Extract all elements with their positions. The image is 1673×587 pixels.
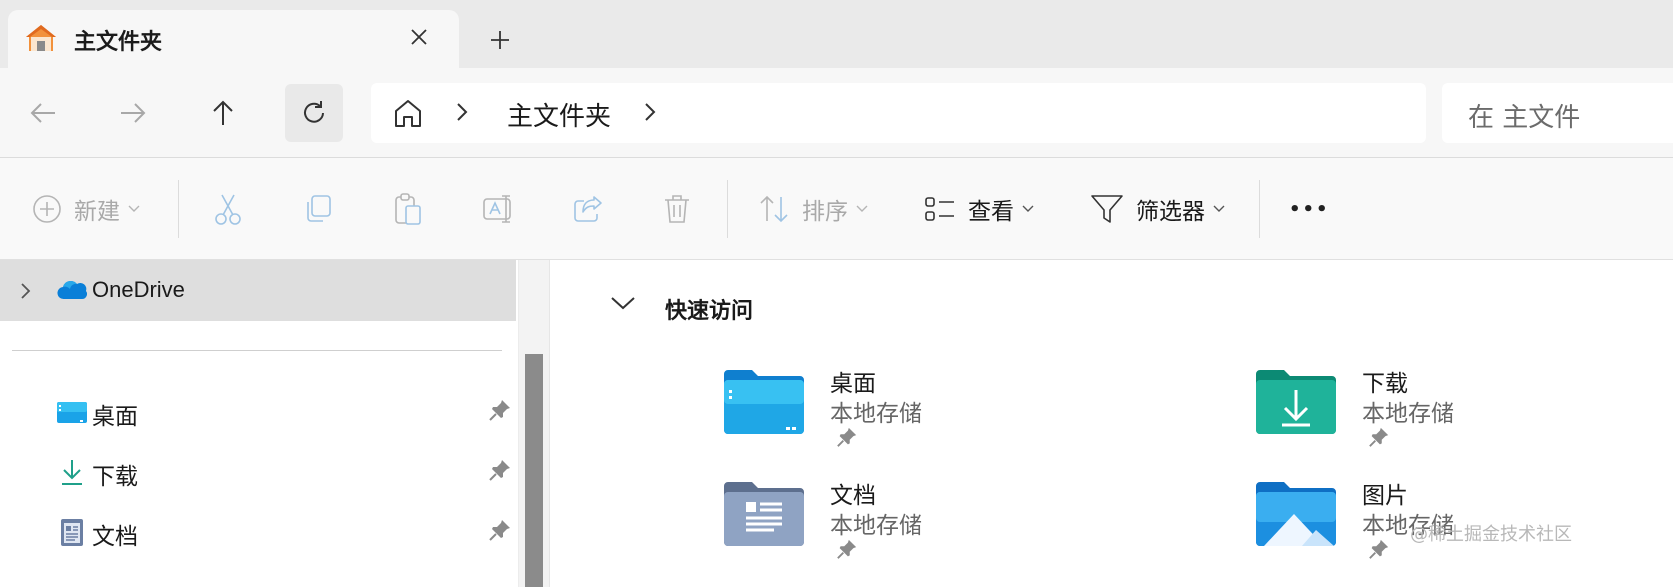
breadcrumb-home-folder[interactable]: 主文件夹	[507, 96, 611, 133]
title-bar: 主文件夹	[0, 0, 1673, 68]
quick-access-tile-downloads[interactable]: 下载 本地存储	[1254, 364, 1673, 464]
chevron-right-icon[interactable]	[643, 101, 657, 123]
sidebar-item-label: 文档	[92, 524, 138, 550]
sidebar-item-label: 桌面	[92, 404, 138, 430]
copy-icon	[307, 195, 331, 222]
pin-icon	[1369, 539, 1389, 559]
plus-circle-icon	[33, 195, 61, 223]
refresh-button[interactable]	[285, 84, 343, 142]
sidebar-item-label: OneDrive	[92, 277, 185, 302]
refresh-icon	[304, 101, 324, 123]
sort-label: 排序	[802, 199, 848, 225]
address-bar[interactable]: 主文件夹	[371, 83, 1426, 143]
onedrive-cloud-icon	[57, 280, 87, 300]
search-placeholder: 在 主文件	[1468, 103, 1581, 133]
sidebar-item-onedrive[interactable]: OneDrive	[0, 260, 516, 321]
chevron-down-icon[interactable]	[609, 294, 637, 312]
divider	[178, 180, 179, 238]
close-icon	[411, 29, 427, 45]
new-label: 新建	[74, 199, 120, 225]
pin-icon[interactable]	[488, 518, 512, 542]
documents-icon	[61, 519, 83, 546]
filter-label: 筛选器	[1136, 199, 1205, 225]
view-label: 查看	[968, 199, 1014, 225]
chevron-down-icon	[128, 205, 140, 212]
command-bar: 新建 排序 查看 筛选器 •••	[0, 158, 1673, 260]
sidebar-item-documents[interactable]: 文档	[0, 504, 516, 560]
pictures-folder-icon	[1256, 482, 1336, 546]
tile-name: 桌面	[830, 371, 876, 397]
divider	[1259, 180, 1260, 238]
cut-button[interactable]	[212, 188, 244, 230]
tile-name: 图片	[1362, 483, 1408, 509]
home-outline-icon[interactable]	[391, 97, 425, 129]
plus-icon	[491, 31, 509, 49]
copy-button[interactable]	[302, 188, 334, 230]
filter-icon	[1091, 195, 1123, 223]
home-icon	[26, 25, 56, 51]
download-icon	[62, 460, 82, 485]
sidebar-item-label: 下载	[92, 464, 138, 490]
pin-icon	[837, 539, 857, 559]
scrollbar-thumb[interactable]	[525, 354, 543, 587]
up-button[interactable]	[194, 84, 252, 142]
pin-icon	[837, 427, 857, 447]
more-icon: •••	[1289, 198, 1330, 220]
tile-location: 本地存储	[1362, 401, 1454, 427]
pin-icon[interactable]	[488, 398, 512, 422]
documents-folder-icon	[724, 482, 804, 546]
rename-icon	[483, 195, 511, 223]
chevron-right-icon[interactable]	[18, 281, 32, 301]
tab-title: 主文件夹	[74, 30, 163, 55]
paste-button[interactable]	[392, 188, 424, 230]
divider	[12, 350, 502, 351]
tab-home[interactable]: 主文件夹	[8, 10, 459, 68]
forward-button[interactable]	[104, 84, 162, 142]
chevron-down-icon	[1022, 205, 1034, 212]
filter-button[interactable]: 筛选器	[1090, 188, 1225, 230]
share-icon	[574, 196, 602, 222]
navigation-pane: OneDrive 桌面 下载 文档	[0, 260, 518, 587]
trash-icon	[665, 195, 689, 223]
quick-access-tile-documents[interactable]: 文档 本地存储	[722, 476, 1222, 576]
desktop-icon	[57, 402, 87, 423]
view-layout-icon	[925, 197, 954, 221]
navigation-bar: 主文件夹 在 主文件	[0, 68, 1673, 158]
chevron-down-icon	[856, 205, 868, 212]
sidebar-item-desktop[interactable]: 桌面	[0, 384, 516, 440]
tile-name: 下载	[1362, 371, 1408, 397]
search-box[interactable]: 在 主文件	[1442, 83, 1673, 143]
share-button[interactable]	[572, 188, 604, 230]
tile-name: 文档	[830, 483, 876, 509]
tile-location: 本地存储	[830, 401, 922, 427]
clipboard-icon	[395, 193, 421, 225]
pin-icon	[1369, 427, 1389, 447]
more-options-button[interactable]: •••	[1289, 188, 1330, 230]
divider	[727, 180, 728, 238]
sort-icon	[760, 195, 788, 223]
watermark: @稀土掘金技术社区	[1410, 524, 1572, 545]
close-tab-button[interactable]	[404, 22, 434, 52]
section-title-quick-access[interactable]: 快速访问	[665, 293, 753, 325]
desktop-folder-icon	[724, 370, 804, 434]
quick-access-tile-desktop[interactable]: 桌面 本地存储	[722, 364, 1222, 464]
delete-button[interactable]	[662, 188, 692, 230]
pin-icon[interactable]	[488, 458, 512, 482]
downloads-folder-icon	[1256, 370, 1336, 434]
new-button[interactable]: 新建	[32, 188, 140, 230]
chevron-down-icon	[1213, 205, 1225, 212]
chevron-right-icon[interactable]	[455, 101, 469, 123]
view-button[interactable]: 查看	[924, 188, 1034, 230]
back-button[interactable]	[14, 84, 72, 142]
nav-pane-scrollbar[interactable]	[518, 260, 550, 587]
tile-location: 本地存储	[830, 513, 922, 539]
rename-button[interactable]	[482, 188, 516, 230]
arrow-right-icon	[121, 103, 146, 123]
sort-button[interactable]: 排序	[758, 188, 868, 230]
scissors-icon	[215, 194, 241, 225]
new-tab-button[interactable]	[484, 24, 516, 56]
sidebar-item-downloads[interactable]: 下载	[0, 444, 516, 500]
arrow-left-icon	[30, 103, 55, 123]
arrow-up-icon	[213, 100, 233, 125]
